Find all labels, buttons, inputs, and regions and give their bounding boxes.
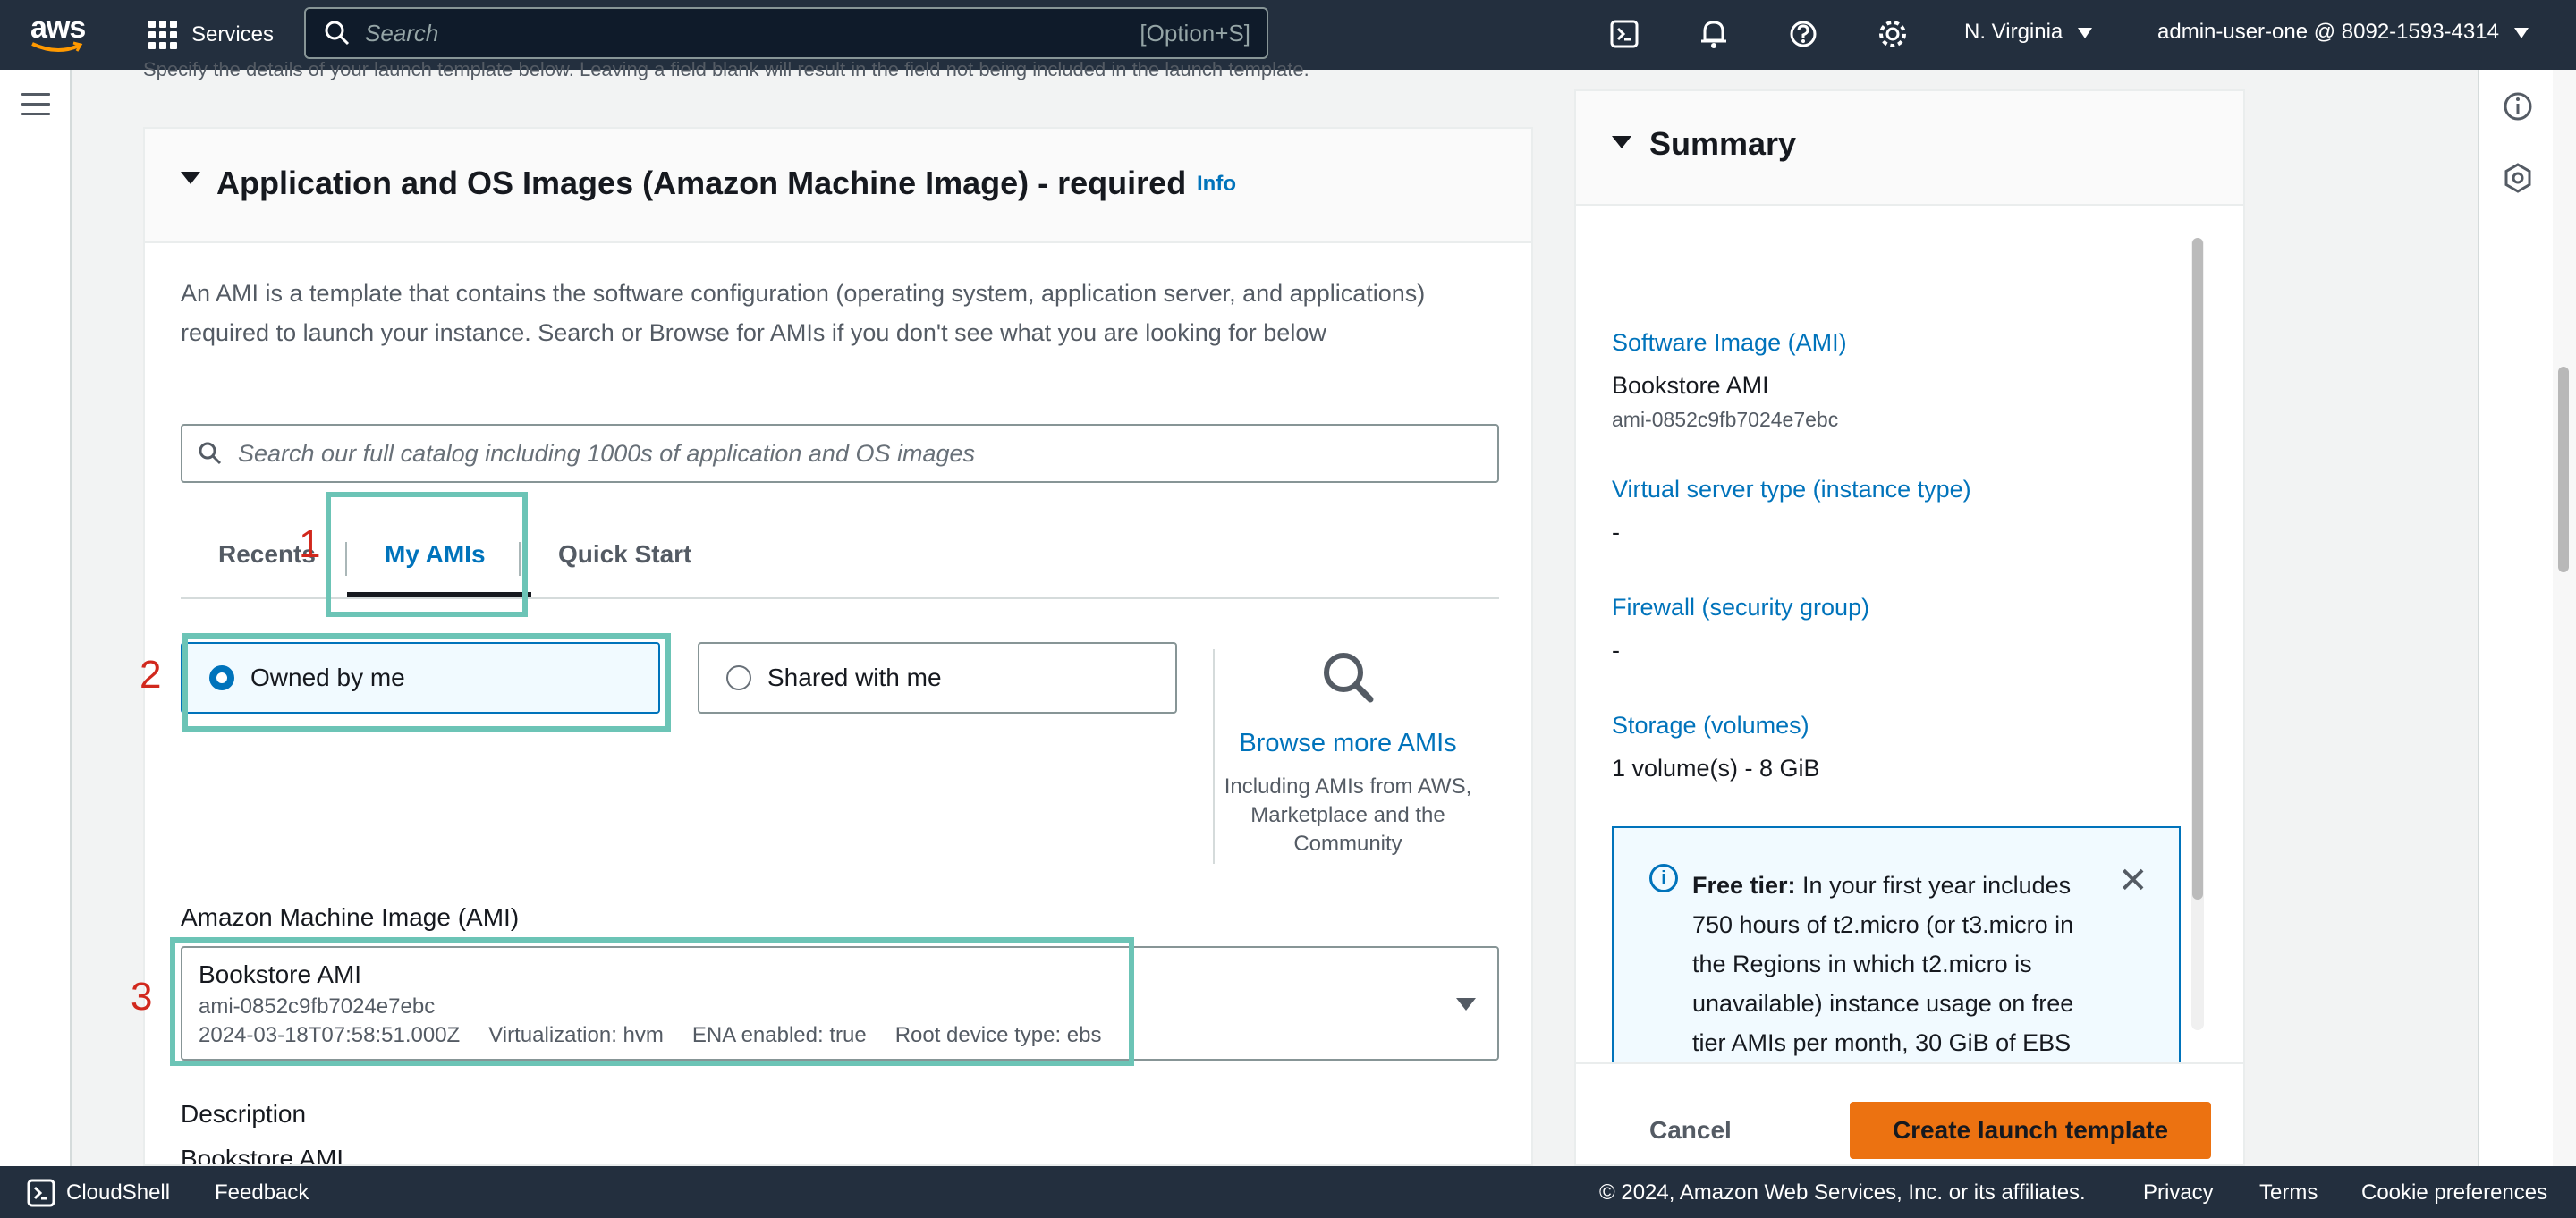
collapse-caret-icon[interactable] — [181, 172, 200, 184]
search-icon — [199, 442, 222, 465]
dropdown-caret-icon — [1456, 998, 1476, 1011]
info-circle-icon: i — [1649, 864, 1678, 892]
account-menu[interactable]: admin-user-one @ 8092-1593-4314 — [2157, 20, 2529, 45]
right-utility-rail — [2478, 70, 2553, 1166]
software-image-name: Bookstore AMI — [1612, 372, 1769, 399]
info-link[interactable]: Info — [1197, 172, 1236, 197]
storage-value: 1 volume(s) - 8 GiB — [1612, 755, 1820, 782]
page-scrollbar-thumb[interactable] — [2558, 367, 2569, 572]
footer-terms[interactable]: Terms — [2259, 1180, 2318, 1205]
ami-field-label: Amazon Machine Image (AMI) — [181, 903, 520, 931]
summary-body: Software Image (AMI) Bookstore AMI ami-0… — [1612, 234, 2193, 1114]
section-description: An AMI is a template that contains the s… — [181, 280, 1426, 346]
annotation-highlight-tab — [326, 492, 528, 617]
catalog-search-input[interactable]: Search our full catalog including 1000s … — [181, 424, 1499, 483]
caret-down-icon — [2513, 28, 2529, 38]
info-panel-icon[interactable] — [2503, 91, 2533, 122]
firewall-link[interactable]: Firewall (security group) — [1612, 594, 1869, 622]
summary-panel: Summary Software Image (AMI) Bookstore A… — [1574, 89, 2245, 1166]
left-navigation-rail — [0, 70, 72, 1166]
instance-type-link[interactable]: Virtual server type (instance type) — [1612, 476, 1971, 503]
notifications-bell-icon[interactable] — [1698, 18, 1730, 50]
footer-cookie-preferences[interactable]: Cookie preferences — [2361, 1180, 2547, 1205]
cloudshell-icon[interactable] — [1608, 18, 1640, 50]
caret-down-icon — [2077, 28, 2092, 38]
catalog-search-placeholder: Search our full catalog including 1000s … — [238, 439, 976, 467]
software-image-link[interactable]: Software Image (AMI) — [1612, 329, 1847, 357]
page-scrollbar-track[interactable] — [2553, 70, 2576, 1166]
summary-scrollbar[interactable] — [2191, 238, 2204, 1030]
footer-bar: CloudShell Feedback © 2024, Amazon Web S… — [0, 1166, 2576, 1218]
browse-more-amis-link[interactable]: Browse more AMIs — [1209, 729, 1487, 758]
summary-footer: Cancel Create launch template — [1576, 1062, 2243, 1164]
annotation-highlight-owned — [182, 633, 671, 732]
annotation-number-2: 2 — [140, 653, 162, 697]
services-label: Services — [191, 22, 275, 47]
cloudshell-icon[interactable] — [27, 1179, 55, 1207]
account-label: admin-user-one @ 8092-1593-4314 — [2157, 20, 2499, 44]
menu-hamburger-icon[interactable] — [21, 93, 50, 123]
section-header[interactable]: Application and OS Images (Amazon Machin… — [145, 129, 1531, 243]
firewall-value: - — [1612, 637, 1620, 664]
search-shortcut-hint: [Option+S] — [1140, 19, 1250, 47]
cancel-button[interactable]: Cancel — [1649, 1116, 1732, 1145]
summary-title: Summary — [1649, 125, 1797, 162]
search-icon — [325, 21, 350, 46]
close-icon[interactable]: ✕ — [2118, 860, 2148, 901]
collapse-caret-icon[interactable] — [1612, 136, 1631, 148]
section-title: Application and OS Images (Amazon Machin… — [216, 165, 1187, 201]
region-label: N. Virginia — [1964, 20, 2063, 44]
region-selector[interactable]: N. Virginia — [1964, 20, 2092, 45]
instance-type-value: - — [1612, 519, 1620, 546]
page-intro-text: Specify the details of your launch templ… — [143, 58, 1309, 80]
browse-more-amis-subtext: Including AMIs from AWS, Marketplace and… — [1224, 774, 1472, 856]
footer-privacy[interactable]: Privacy — [2143, 1180, 2214, 1205]
annotation-highlight-ami — [170, 937, 1134, 1066]
annotation-number-1: 1 — [299, 522, 321, 566]
hexagon-tools-icon[interactable] — [2503, 163, 2533, 193]
radio-shared-with-me[interactable] — [726, 665, 751, 690]
shared-with-me-option[interactable]: Shared with me — [698, 642, 1177, 714]
grid-icon — [148, 21, 177, 49]
tab-quick-start[interactable]: Quick Start — [558, 540, 691, 569]
footer-feedback[interactable]: Feedback — [215, 1180, 309, 1205]
settings-gear-icon[interactable] — [1877, 18, 1909, 50]
browse-more-amis: Browse more AMIs Including AMIs from AWS… — [1209, 649, 1487, 859]
software-image-id: ami-0852c9fb7024e7ebc — [1612, 408, 1839, 431]
search-placeholder: Search — [365, 19, 439, 47]
description-label: Description — [181, 1100, 307, 1128]
aws-logo[interactable]: aws — [30, 11, 89, 57]
annotation-number-3: 3 — [131, 975, 153, 1019]
summary-header[interactable]: Summary — [1576, 91, 2243, 206]
description-value: Bookstore AMI — [181, 1145, 344, 1166]
magnifier-icon — [1324, 653, 1374, 703]
aws-logo-text: aws — [30, 11, 86, 45]
help-icon[interactable] — [1787, 18, 1819, 50]
create-launch-template-button[interactable]: Create launch template — [1850, 1102, 2211, 1159]
footer-cloudshell[interactable]: CloudShell — [66, 1180, 170, 1205]
services-menu-button[interactable]: Services — [148, 16, 274, 54]
shared-with-me-label: Shared with me — [767, 664, 942, 691]
footer-copyright: © 2024, Amazon Web Services, Inc. or its… — [1599, 1180, 2086, 1205]
free-tier-bold: Free tier: — [1692, 872, 1796, 899]
storage-link[interactable]: Storage (volumes) — [1612, 712, 1809, 740]
